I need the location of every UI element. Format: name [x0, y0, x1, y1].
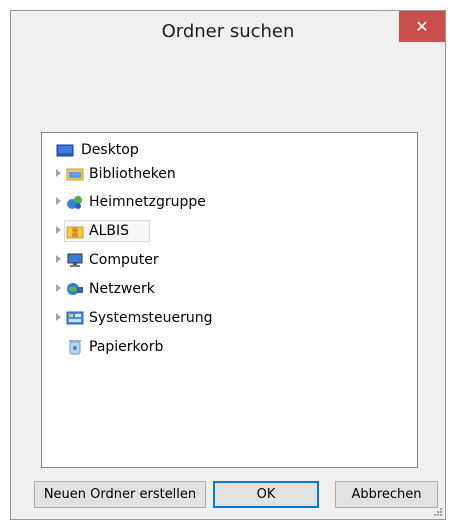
expand-arrow-icon[interactable]: [56, 226, 61, 234]
control-panel-icon: [66, 311, 84, 325]
computer-icon: [67, 253, 83, 267]
tree-item-label: Systemsteuerung: [89, 310, 213, 326]
folder-browser-dialog: Ordner suchen ✕ Desktop Bibliotheken Hei…: [10, 10, 446, 520]
resize-grip-icon[interactable]: [433, 507, 443, 517]
user-folder-icon: [66, 226, 84, 239]
title-bar[interactable]: Ordner suchen ✕: [11, 11, 445, 53]
tree-item-label: Papierkorb: [89, 339, 164, 355]
tree-item-label: Computer: [89, 252, 159, 268]
ok-button[interactable]: OK: [213, 481, 319, 508]
desktop-icon: [56, 144, 74, 157]
folder-tree[interactable]: Desktop Bibliotheken Heimnetzgruppe ALBI…: [41, 132, 418, 468]
libraries-icon: [66, 168, 84, 181]
close-icon: ✕: [415, 17, 429, 36]
expand-arrow-icon[interactable]: [56, 197, 61, 205]
close-button[interactable]: ✕: [399, 11, 445, 42]
expand-arrow-icon[interactable]: [56, 284, 61, 292]
expand-arrow-icon[interactable]: [56, 313, 61, 321]
tree-item-label: Bibliotheken: [89, 166, 176, 182]
tree-item-label: Desktop: [81, 142, 139, 158]
network-icon: [67, 283, 83, 295]
tree-item-label: ALBIS: [89, 223, 129, 239]
tree-item-label: Netzwerk: [89, 281, 155, 297]
dialog-title: Ordner suchen: [161, 21, 295, 42]
recycle-bin-icon: [69, 340, 81, 355]
expand-arrow-icon[interactable]: [56, 169, 61, 177]
cancel-button[interactable]: Abbrechen: [335, 481, 438, 508]
tree-item-label: Heimnetzgruppe: [89, 194, 206, 210]
new-folder-button[interactable]: Neuen Ordner erstellen: [34, 481, 206, 508]
expand-arrow-icon[interactable]: [56, 255, 61, 263]
homegroup-icon: [67, 196, 82, 209]
